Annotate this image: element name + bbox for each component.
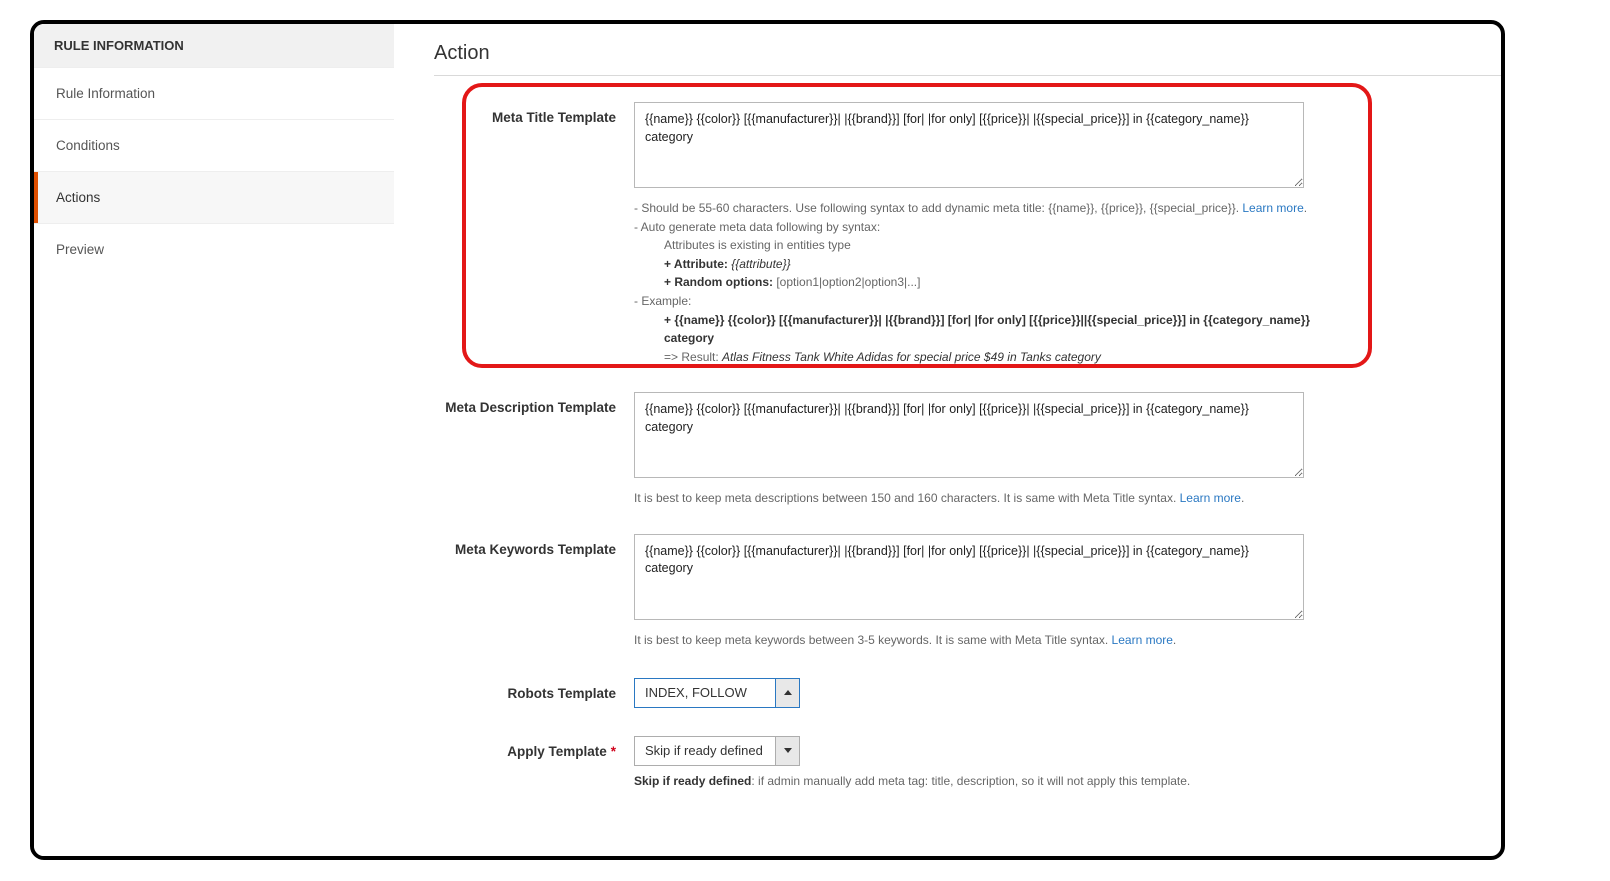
help-text: Attributes is existing in entities type <box>634 236 1314 255</box>
learn-more-link[interactable]: Learn more <box>1180 491 1241 505</box>
section-title: Action <box>434 42 1501 76</box>
field-row-apply-template: Apply Template* Skip if ready defined Sk… <box>434 736 1501 788</box>
robots-select[interactable]: INDEX, FOLLOW <box>634 678 800 708</box>
learn-more-link[interactable]: Learn more <box>1112 633 1173 647</box>
meta-keywords-input[interactable] <box>634 534 1304 620</box>
sidebar: RULE INFORMATION Rule Information Condit… <box>34 24 394 856</box>
main-content: Action Meta Title Template - Should be 5… <box>394 24 1501 856</box>
meta-title-help: - Should be 55-60 characters. Use follow… <box>634 199 1314 366</box>
label-meta-title: Meta Title Template <box>434 102 634 125</box>
apply-template-note: Skip if ready defined: if admin manually… <box>634 774 1381 788</box>
robots-select-value: INDEX, FOLLOW <box>635 685 775 700</box>
meta-description-input[interactable] <box>634 392 1304 478</box>
sidebar-item-actions[interactable]: Actions <box>34 171 394 223</box>
chevron-up-icon <box>775 679 799 707</box>
sidebar-item-label: Conditions <box>56 138 120 153</box>
apply-template-select-value: Skip if ready defined <box>635 743 775 758</box>
help-text: - Should be 55-60 characters. Use follow… <box>634 201 1242 215</box>
apply-template-select[interactable]: Skip if ready defined <box>634 736 800 766</box>
help-text: It is best to keep meta keywords between… <box>634 633 1112 647</box>
help-example-result: => Result: Atlas Fitness Tank White Adid… <box>634 348 1314 367</box>
label-meta-description: Meta Description Template <box>434 392 634 415</box>
sidebar-item-rule-information[interactable]: Rule Information <box>34 67 394 119</box>
required-star-icon: * <box>611 744 616 759</box>
label-apply-template: Apply Template* <box>434 736 634 759</box>
chevron-down-icon <box>775 737 799 765</box>
label-robots: Robots Template <box>434 678 634 701</box>
help-text: - Example: <box>634 294 691 308</box>
help-text: It is best to keep meta descriptions bet… <box>634 491 1180 505</box>
help-text: + Random options: [option1|option2|optio… <box>634 273 1314 292</box>
help-text: - Auto generate meta data following by s… <box>634 220 880 234</box>
sidebar-item-conditions[interactable]: Conditions <box>34 119 394 171</box>
sidebar-item-label: Preview <box>56 242 104 257</box>
field-row-meta-title: Meta Title Template - Should be 55-60 ch… <box>434 102 1501 366</box>
learn-more-link[interactable]: Learn more <box>1242 201 1303 215</box>
meta-description-help: It is best to keep meta descriptions bet… <box>634 489 1314 508</box>
field-row-meta-keywords: Meta Keywords Template It is best to kee… <box>434 534 1501 650</box>
sidebar-item-label: Actions <box>56 190 100 205</box>
meta-title-input[interactable] <box>634 102 1304 188</box>
meta-keywords-help: It is best to keep meta keywords between… <box>634 631 1314 650</box>
label-meta-keywords: Meta Keywords Template <box>434 534 634 557</box>
field-row-meta-description: Meta Description Template It is best to … <box>434 392 1501 508</box>
help-example-template: + {{name}} {{color}} [{{manufacturer}}| … <box>634 311 1314 348</box>
sidebar-item-preview[interactable]: Preview <box>34 223 394 275</box>
help-text: + Attribute: {{attribute}} <box>634 255 1314 274</box>
field-row-robots: Robots Template INDEX, FOLLOW <box>434 678 1501 708</box>
sidebar-item-label: Rule Information <box>56 86 155 101</box>
sidebar-header: RULE INFORMATION <box>34 24 394 67</box>
